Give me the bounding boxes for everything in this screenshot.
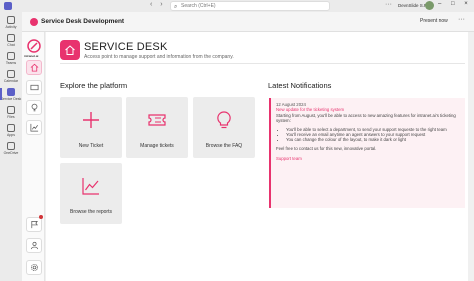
- app-more-icon[interactable]: ···: [458, 16, 465, 23]
- flag-icon: [30, 220, 38, 229]
- files-icon: [7, 106, 15, 114]
- calendar-icon: [7, 70, 15, 78]
- new-ticket-tile[interactable]: New Ticket: [60, 97, 122, 158]
- search-placeholder: Search (Ctrl+E): [181, 3, 216, 9]
- teams-icon: [7, 52, 15, 60]
- explore-title: Explore the platform: [60, 81, 128, 90]
- lightbulb-icon: [217, 111, 231, 129]
- person-icon: [30, 241, 38, 250]
- rail-item-activity[interactable]: Activity: [0, 16, 22, 29]
- bell-icon: [7, 16, 15, 24]
- apps-icon: [7, 124, 15, 132]
- teams-logo-icon: [4, 2, 12, 10]
- plus-icon: [83, 112, 99, 128]
- nav-profile-button[interactable]: [26, 238, 42, 253]
- browse-reports-tile[interactable]: Browse the reports: [60, 163, 122, 224]
- present-now-button[interactable]: Present now: [420, 18, 448, 24]
- rail-item-service-desk[interactable]: Service Desk: [0, 88, 22, 101]
- app-title: Service Desk Development: [41, 18, 125, 25]
- nav-settings-button[interactable]: [26, 260, 42, 275]
- settings-icon: [30, 263, 38, 272]
- bulb-icon: [31, 103, 37, 112]
- ticket-icon: [148, 114, 166, 126]
- main-content: SERVICE DESK Access point to manage supp…: [46, 32, 468, 281]
- list-item: You can change the colour of the layout,…: [286, 137, 460, 142]
- nav-tickets-button[interactable]: [26, 80, 42, 95]
- chart-line-icon: [82, 178, 99, 195]
- notification-badge: [39, 215, 43, 219]
- page-header: SERVICE DESK Access point to manage supp…: [60, 40, 460, 76]
- nav-reports-button[interactable]: [26, 120, 42, 135]
- teams-title-bar: ‹ › ⌕ Search (Ctrl+E) ··· DevnSlide S.R.…: [0, 0, 474, 12]
- teams-rail: Activity Chat Teams Calendar Service Des…: [0, 12, 22, 281]
- notification-outro: Feel free to contact us for this new, in…: [276, 145, 377, 151]
- page-subtitle: Access point to manage support and infor…: [84, 54, 234, 60]
- notifications-title: Latest Notifications: [268, 81, 332, 90]
- search-icon: ⌕: [174, 4, 178, 10]
- rail-item-onedrive[interactable]: OneDrive: [0, 142, 22, 155]
- tile-label: Manage tickets: [140, 143, 174, 149]
- ticket-icon: [30, 84, 38, 91]
- home-icon: [60, 40, 80, 60]
- rail-item-calendar[interactable]: Calendar: [0, 70, 22, 83]
- rail-item-apps[interactable]: Apps: [0, 124, 22, 137]
- home-icon: [30, 63, 38, 72]
- service-desk-icon: [7, 88, 15, 96]
- avatar[interactable]: [425, 1, 434, 10]
- browse-faq-tile[interactable]: Browse the FAQ: [193, 97, 255, 158]
- notification-signature: Support team: [276, 156, 302, 162]
- intranet-logo-icon: [27, 39, 41, 53]
- nav-arrows-icon[interactable]: ‹ ›: [150, 1, 166, 8]
- rail-item-chat[interactable]: Chat: [0, 34, 22, 47]
- notification-intro: Starting from August, you'll be able to …: [276, 112, 456, 124]
- tile-label: Browse the reports: [70, 209, 112, 215]
- search-input[interactable]: ⌕ Search (Ctrl+E): [170, 1, 330, 11]
- tile-label: Browse the FAQ: [205, 143, 243, 149]
- window-controls[interactable]: – □ ×: [438, 1, 472, 7]
- notification-card: 12 August 2024 New update for the ticket…: [269, 98, 465, 208]
- service-desk-nav: intranet.ai: [22, 32, 45, 281]
- rail-item-teams[interactable]: Teams: [0, 52, 22, 65]
- nav-home-button[interactable]: [26, 60, 42, 75]
- more-options-icon[interactable]: ···: [385, 1, 392, 8]
- nav-faq-button[interactable]: [26, 100, 42, 115]
- notification-bullets: You'll be able to select a department, t…: [286, 127, 460, 143]
- tile-label: New Ticket: [78, 143, 104, 149]
- app-logo-icon: [30, 18, 38, 26]
- brand-text: intranet.ai: [24, 54, 39, 58]
- manage-tickets-tile[interactable]: Manage tickets: [126, 97, 188, 158]
- divider: [60, 63, 465, 64]
- onedrive-icon: [7, 142, 15, 150]
- app-header: Service Desk Development Present now ···: [22, 12, 474, 32]
- chart-icon: [30, 123, 38, 132]
- rail-item-files[interactable]: Files: [0, 106, 22, 119]
- nav-flag-button[interactable]: [26, 217, 42, 232]
- chat-icon: [7, 34, 15, 42]
- page-title: SERVICE DESK: [84, 41, 168, 53]
